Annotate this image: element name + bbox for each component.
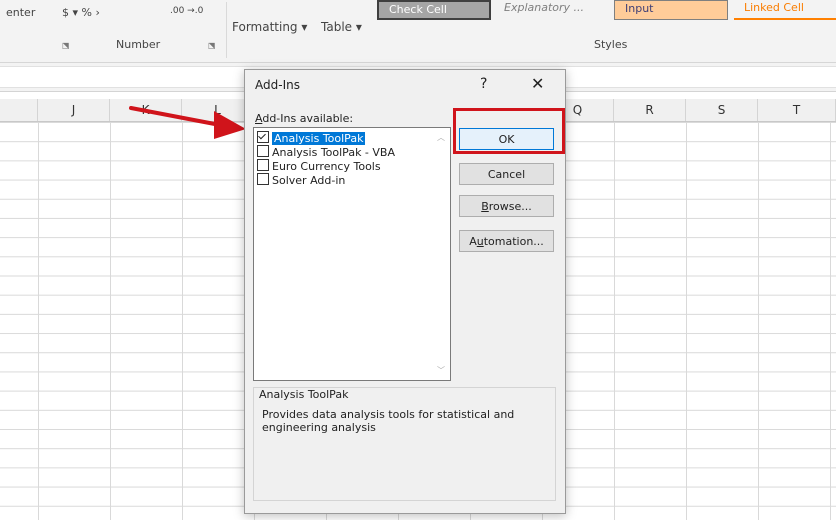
automation-button[interactable]: Automation... (459, 230, 554, 252)
button-label-a: A (469, 235, 477, 248)
style-linked-cell[interactable]: Linked Cell (734, 0, 836, 20)
column-header-t[interactable]: T (758, 99, 836, 121)
column-header-r[interactable]: R (614, 99, 686, 121)
alignment-launcher-icon[interactable]: ⬔ (62, 41, 70, 50)
style-explanatory[interactable]: Explanatory ... (494, 0, 608, 20)
red-arrow-annotation-icon (129, 106, 246, 139)
list-item-label: Euro Currency Tools (272, 160, 381, 173)
access-key-b: B (481, 200, 489, 213)
help-icon[interactable]: ? (480, 76, 487, 92)
number-group-label: Number (116, 38, 161, 51)
add-ins-dialog: Add-Ins ? ✕ Add-Ins available: Analysis … (244, 69, 566, 514)
style-check-cell[interactable]: Check Cell (377, 0, 491, 20)
list-item-label: Solver Add-in (272, 174, 346, 187)
dialog-title: Add-Ins (255, 78, 300, 92)
ribbon-separator (226, 2, 227, 58)
list-item-euro-currency-tools[interactable]: Euro Currency Tools (257, 159, 433, 173)
add-ins-available-label: Add-Ins available: (255, 112, 353, 125)
decimal-controls[interactable]: .00 →.0 (170, 6, 203, 16)
number-launcher-icon[interactable]: ⬔ (208, 41, 216, 50)
list-item-analysis-toolpak-vba[interactable]: Analysis ToolPak - VBA (257, 145, 433, 159)
scroll-up-icon[interactable]: ︿ (437, 132, 445, 143)
ok-highlight-annotation (453, 108, 565, 154)
scroll-down-icon[interactable]: ﹀ (437, 365, 445, 376)
browse-button[interactable]: Browse... (459, 195, 554, 217)
add-ins-listbox[interactable]: Analysis ToolPak Analysis ToolPak - VBA … (253, 127, 451, 381)
list-item-analysis-toolpak[interactable]: Analysis ToolPak (257, 131, 433, 145)
close-icon[interactable]: ✕ (531, 74, 544, 93)
merge-center-fragment[interactable]: enter (6, 6, 35, 19)
column-header-j[interactable]: J (38, 99, 110, 121)
cancel-button[interactable]: Cancel (459, 163, 554, 185)
ribbon: enter $ ▾ % › .00 →.0 ⬔ Number ⬔ Formatt… (0, 0, 836, 63)
access-key-u: u (476, 235, 484, 248)
style-input[interactable]: Input (614, 0, 728, 20)
column-header-s[interactable]: S (686, 99, 758, 121)
label-rest: dd-Ins available: (262, 112, 354, 125)
listbox-scrollbar[interactable]: ︿ ﹀ (435, 128, 450, 380)
list-item-solver-add-in[interactable]: Solver Add-in (257, 173, 433, 187)
checkbox-icon[interactable] (257, 145, 269, 157)
description-title: Analysis ToolPak (259, 388, 352, 401)
list-item-label: Analysis ToolPak (272, 132, 366, 145)
number-format-controls[interactable]: $ ▾ % › (62, 6, 100, 19)
format-as-table-button[interactable]: Table ▾ (321, 20, 362, 34)
list-item-label: Analysis ToolPak - VBA (272, 146, 395, 159)
button-label-rest: rowse... (488, 200, 532, 213)
column-header-partial[interactable] (0, 99, 38, 121)
checkbox-icon[interactable] (257, 159, 269, 171)
description-text: Provides data analysis tools for statist… (262, 408, 515, 434)
button-label-rest: tomation... (483, 235, 544, 248)
checkbox-checked-icon[interactable] (257, 131, 269, 143)
styles-group-label: Styles (594, 38, 628, 51)
conditional-formatting-button[interactable]: Formatting ▾ (232, 20, 307, 34)
checkbox-icon[interactable] (257, 173, 269, 185)
description-group: Analysis ToolPak Provides data analysis … (253, 387, 556, 501)
